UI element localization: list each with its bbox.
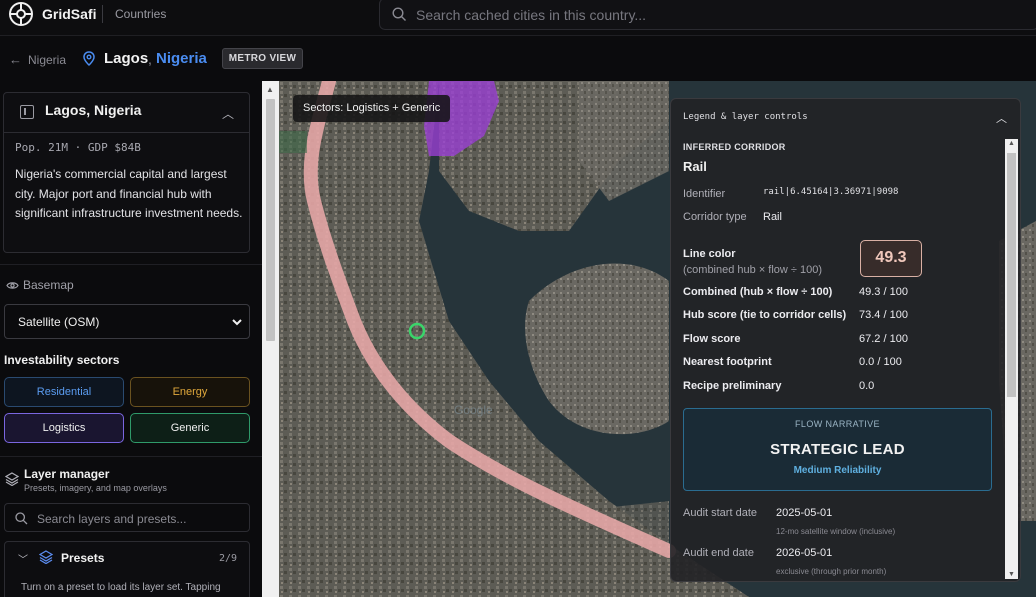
- legend-scrollbar[interactable]: ▲ ▼: [1005, 139, 1018, 579]
- audit-start-label: Audit start date: [683, 507, 757, 519]
- scroll-down-icon[interactable]: ▼: [1008, 571, 1015, 578]
- basemap-label: Basemap: [23, 278, 74, 292]
- flow-narrative-title: STRATEGIC LEAD: [770, 441, 905, 458]
- sidebar-scrollbar-thumb[interactable]: [266, 99, 275, 341]
- chevron-down-icon: [232, 319, 242, 326]
- search-placeholder: Search cached cities in this country...: [416, 7, 647, 23]
- brand-name[interactable]: GridSafi: [42, 6, 96, 22]
- chevron-down-icon[interactable]: ﹀: [18, 551, 28, 566]
- corridor-type-label: Corridor type: [683, 211, 747, 223]
- scroll-up-icon[interactable]: ▲: [1008, 140, 1015, 147]
- basemap-label-row: Basemap: [6, 278, 74, 292]
- audit-end-value: 2026-05-01: [776, 547, 833, 559]
- search-icon: [392, 7, 406, 21]
- line-color-label: Line color: [683, 248, 736, 260]
- layer-manager-title: Layer manager: [24, 467, 110, 481]
- sidebar-scrollbar[interactable]: ▲: [262, 81, 279, 597]
- presets-count: 2/9: [218, 553, 237, 564]
- legend-scrollbar-thumb[interactable]: [1007, 153, 1016, 397]
- breadcrumb-country[interactable]: Nigeria: [156, 50, 207, 67]
- presets-title: Presets: [61, 551, 105, 565]
- investability-sectors-title: Investability sectors: [4, 353, 120, 367]
- legend-header[interactable]: Legend & layer controls: [683, 112, 808, 122]
- sector-toggle-energy[interactable]: Energy: [130, 377, 250, 407]
- active-sectors-chip: Sectors: Logistics + Generic: [293, 95, 451, 122]
- breadcrumb-city: Lagos: [104, 50, 149, 67]
- sidebar-panel-icon: [20, 105, 34, 119]
- metric-value: 0.0: [859, 380, 875, 392]
- map-watermark: Google: [454, 403, 493, 417]
- legend-panel: Legend & layer controls ︿ INFERRED CORRI…: [670, 98, 1021, 582]
- presets-note: Turn on a preset to load its layer set. …: [21, 582, 221, 593]
- city-search-input[interactable]: Search cached cities in this country...: [379, 0, 1036, 30]
- identifier-label: Identifier: [683, 188, 726, 200]
- chevron-up-icon[interactable]: ︿: [996, 110, 1007, 126]
- corridor-type-value: Rail: [763, 211, 782, 223]
- line-color-sub: (combined hub × flow ÷ 100): [683, 264, 823, 276]
- flow-narrative-reliability: Medium Reliability: [793, 465, 882, 476]
- sector-toggle-logistics[interactable]: Logistics: [4, 413, 124, 443]
- audit-end-label: Audit end date: [683, 547, 754, 559]
- basemap-selected-value: Satellite (OSM): [18, 315, 100, 329]
- metric-label: Recipe preliminary: [683, 380, 782, 392]
- metric-label: Combined (hub × flow ÷ 100): [683, 286, 833, 298]
- location-pin-icon: [83, 51, 95, 66]
- layer-manager-subtitle: Presets, imagery, and map overlays: [24, 483, 167, 493]
- sector-toggle-generic[interactable]: Generic: [130, 413, 250, 443]
- inferred-corridor-label: INFERRED CORRIDOR: [683, 142, 786, 152]
- sidebar-divider: [0, 264, 262, 265]
- flow-narrative-card: FLOW NARRATIVE STRATEGIC LEAD Medium Rel…: [683, 408, 992, 491]
- top-bar: GridSafi Countries Search cached cities …: [0, 0, 1036, 36]
- nav-countries-link[interactable]: Countries: [115, 7, 166, 21]
- metric-value: 49.3 / 100: [859, 286, 908, 298]
- audit-start-value: 2025-05-01: [776, 507, 833, 519]
- metric-value: 73.4 / 100: [859, 309, 908, 321]
- identifier-value: rail|6.45164|3.36971|9098: [763, 187, 899, 197]
- sidebar: Lagos, Nigeria ︿ Pop. 21M · GDP $84B Nig…: [0, 81, 262, 597]
- layers-stack-icon: [39, 550, 53, 564]
- city-stats: Pop. 21M · GDP $84B: [15, 141, 141, 154]
- city-info-card: Lagos, Nigeria ︿ Pop. 21M · GDP $84B Nig…: [3, 92, 250, 253]
- line-color-score-badge: 49.3: [860, 240, 922, 277]
- city-card-header[interactable]: Lagos, Nigeria ︿: [4, 93, 249, 133]
- metric-label: Nearest footprint: [683, 356, 772, 368]
- breadcrumb: ← Nigeria Lagos , Nigeria METRO VIEW: [0, 37, 1036, 81]
- breadcrumb-separator: ,: [148, 51, 152, 67]
- basemap-select[interactable]: Satellite (OSM): [4, 304, 250, 339]
- sidebar-divider: [0, 456, 262, 457]
- metric-label: Hub score (tie to corridor cells): [683, 309, 847, 321]
- presets-section[interactable]: ﹀ Presets 2/9 Turn on a preset to load i…: [4, 541, 250, 597]
- metric-label: Flow score: [683, 333, 741, 345]
- flow-narrative-label: FLOW NARRATIVE: [795, 419, 880, 429]
- eye-icon: [6, 282, 19, 289]
- corridor-name: Rail: [683, 159, 707, 174]
- breadcrumb-back-link[interactable]: Nigeria: [28, 53, 66, 67]
- audit-start-note: 12-mo satellite window (inclusive): [776, 527, 896, 536]
- metric-value: 67.2 / 100: [859, 333, 908, 345]
- layer-search-input[interactable]: Search layers and presets...: [4, 503, 250, 532]
- sector-toggle-residential[interactable]: Residential: [4, 377, 124, 407]
- back-arrow-icon[interactable]: ←: [9, 52, 22, 67]
- layers-icon: [5, 472, 19, 486]
- chevron-up-icon[interactable]: ︿: [222, 105, 234, 122]
- layer-search-placeholder: Search layers and presets...: [37, 512, 187, 526]
- metric-value: 0.0 / 100: [859, 356, 902, 368]
- city-card-title: Lagos, Nigeria: [45, 102, 142, 118]
- audit-end-note: exclusive (through prior month): [776, 567, 887, 576]
- metro-view-button[interactable]: METRO VIEW: [222, 48, 303, 69]
- city-description: Nigeria's commercial capital and largest…: [15, 167, 243, 220]
- search-icon: [15, 512, 28, 525]
- scroll-up-icon[interactable]: ▲: [266, 85, 274, 94]
- gridsafi-logo-icon[interactable]: [8, 1, 34, 27]
- brand-divider: [102, 5, 103, 23]
- map-green-patch: [279, 131, 307, 153]
